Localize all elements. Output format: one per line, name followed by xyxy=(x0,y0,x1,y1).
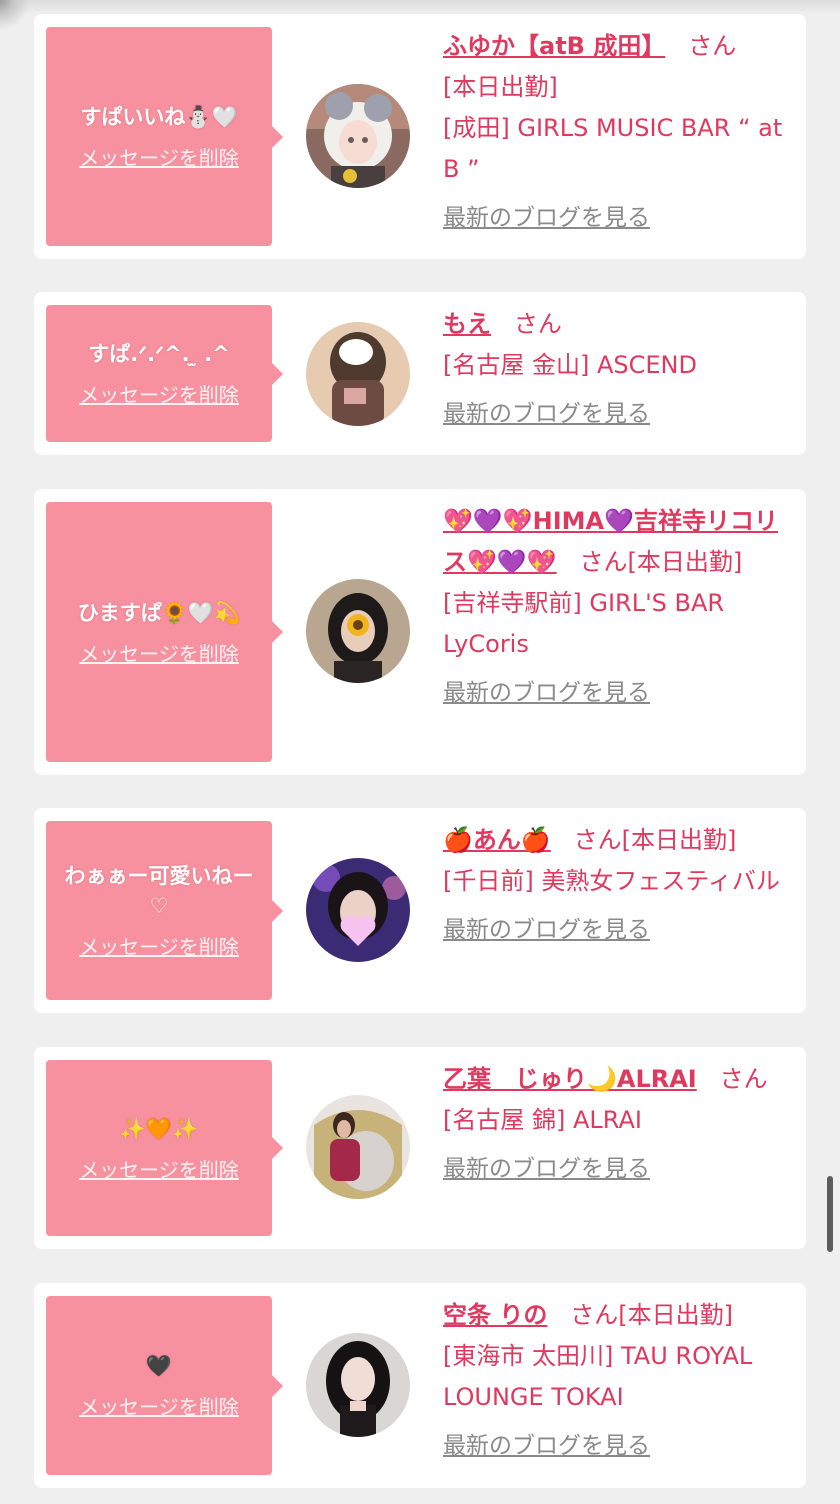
cast-line: 空条 りの さん[本日出勤] xyxy=(443,1295,795,1336)
message-card: ✨🧡✨ メッセージを削除 乙葉 じゅり🌙ALRAI さん [名古屋 錦] ALR… xyxy=(34,1047,806,1249)
cast-info: 🍎あん🍎 さん[本日出勤] [千日前] 美熟女フェスティバル 最新のブログを見る xyxy=(443,820,795,951)
avatar[interactable] xyxy=(306,579,410,683)
message-card: すぱ.ᐟ.ᐟ^. ̫ .^ メッセージを削除 もえ さん [名古屋 金山] AS… xyxy=(34,292,806,455)
delete-message-link[interactable]: メッセージを削除 xyxy=(79,638,239,667)
cast-line: 🍎あん🍎 さん[本日出勤] xyxy=(443,820,795,861)
delete-message-link[interactable]: メッセージを削除 xyxy=(79,1154,239,1183)
shop-name: [成田] GIRLS MUSIC BAR “ at B ” xyxy=(443,114,783,183)
honorific: さん xyxy=(513,310,562,338)
shop-name: [名古屋 錦] ALRAI xyxy=(443,1106,642,1134)
cast-info: 空条 りの さん[本日出勤] [東海市 太田川] TAU ROYAL LOUNG… xyxy=(443,1295,795,1467)
honorific: さん xyxy=(719,1065,768,1093)
cast-name-link[interactable]: 空条 りの xyxy=(443,1301,547,1329)
latest-blog-link[interactable]: 最新のブログを見る xyxy=(443,910,650,951)
shop-name: [千日前] 美熟女フェスティバル xyxy=(443,867,780,895)
cast-info: 乙葉 じゅり🌙ALRAI さん [名古屋 錦] ALRAI 最新のブログを見る xyxy=(443,1059,795,1190)
attendance-status: [本日出勤] xyxy=(618,1301,733,1329)
latest-blog-link[interactable]: 最新のブログを見る xyxy=(443,394,650,435)
attendance-status: [本日出勤] xyxy=(627,548,743,576)
top-fade xyxy=(0,0,840,14)
delete-message-link[interactable]: メッセージを削除 xyxy=(79,142,239,171)
message-text: 🖤 xyxy=(145,1354,173,1378)
honorific: さん xyxy=(570,1301,619,1329)
avatar[interactable] xyxy=(306,858,410,962)
shop-name: [東海市 太田川] TAU ROYAL LOUNGE TOKAI xyxy=(443,1342,753,1411)
cast-line: もえ さん xyxy=(443,304,795,345)
message-text: わぁぁー可愛いねー♡ xyxy=(64,864,254,918)
avatar[interactable] xyxy=(306,1333,410,1437)
avatar[interactable] xyxy=(306,322,410,426)
avatar[interactable] xyxy=(306,84,410,188)
message-bubble: わぁぁー可愛いねー♡ メッセージを削除 xyxy=(46,821,283,1000)
message-text: ひますぱ🌻🤍💫 xyxy=(77,600,241,625)
delete-message-link[interactable]: メッセージを削除 xyxy=(79,379,239,408)
latest-blog-link[interactable]: 最新のブログを見る xyxy=(443,1149,650,1190)
honorific: さん xyxy=(579,548,628,576)
message-bubble: すぱ.ᐟ.ᐟ^. ̫ .^ メッセージを削除 xyxy=(46,305,283,442)
cast-line: 💖💜💖HIMA💜吉祥寺リコリス💖💜💖 さん[本日出勤] xyxy=(443,501,795,583)
cast-line: 乙葉 じゅり🌙ALRAI さん xyxy=(443,1059,795,1100)
message-bubble: 🖤 メッセージを削除 xyxy=(46,1296,283,1475)
message-text: すぱいいね⛄🤍 xyxy=(80,105,238,129)
delete-message-link[interactable]: メッセージを削除 xyxy=(79,931,239,960)
message-card: ひますぱ🌻🤍💫 メッセージを削除 💖💜💖HIMA💜吉祥寺リコリス💖💜💖 さん[本… xyxy=(34,489,806,775)
delete-message-link[interactable]: メッセージを削除 xyxy=(79,1391,239,1420)
message-bubble: ひますぱ🌻🤍💫 メッセージを削除 xyxy=(46,502,283,762)
latest-blog-link[interactable]: 最新のブログを見る xyxy=(443,1426,650,1467)
message-text: ✨🧡✨ xyxy=(119,1116,199,1141)
cast-name-link[interactable]: 乙葉 じゅり🌙ALRAI xyxy=(443,1065,697,1093)
latest-blog-link[interactable]: 最新のブログを見る xyxy=(443,198,650,239)
honorific: さん xyxy=(573,826,622,854)
message-bubble: ✨🧡✨ メッセージを削除 xyxy=(46,1060,283,1236)
message-card: 🖤 メッセージを削除 空条 りの さん[本日出勤] [東海市 太田川] TAU … xyxy=(34,1283,806,1488)
attendance-status: [本日出勤] xyxy=(443,73,558,101)
cast-line: ふゆか【atB 成田】 さん xyxy=(443,26,795,67)
cast-info: もえ さん [名古屋 金山] ASCEND 最新のブログを見る xyxy=(443,304,795,435)
shop-name: [名古屋 金山] ASCEND xyxy=(443,351,697,379)
avatar[interactable] xyxy=(306,1095,410,1199)
message-card: すぱいいね⛄🤍 メッセージを削除 ふゆか【atB 成田】 さん [本日出勤] [… xyxy=(34,14,806,259)
message-card: わぁぁー可愛いねー♡ メッセージを削除 🍎あん🍎 さん[本日出勤] [千日前] … xyxy=(34,808,806,1013)
cast-info: ふゆか【atB 成田】 さん [本日出勤] [成田] GIRLS MUSIC B… xyxy=(443,26,795,239)
cast-name-link[interactable]: 🍎あん🍎 xyxy=(443,826,551,854)
cast-info: 💖💜💖HIMA💜吉祥寺リコリス💖💜💖 さん[本日出勤] [吉祥寺駅前] GIRL… xyxy=(443,501,795,714)
cast-name-link[interactable]: もえ xyxy=(443,310,491,338)
latest-blog-link[interactable]: 最新のブログを見る xyxy=(443,673,650,714)
message-text: すぱ.ᐟ.ᐟ^. ̫ .^ xyxy=(88,342,230,366)
shop-name: [吉祥寺駅前] GIRL'S BAR LyCoris xyxy=(443,589,725,658)
scroll-indicator[interactable] xyxy=(827,1176,833,1252)
message-bubble: すぱいいね⛄🤍 メッセージを削除 xyxy=(46,27,283,246)
honorific: さん xyxy=(688,32,737,60)
attendance-status: [本日出勤] xyxy=(621,826,737,854)
cast-name-link[interactable]: ふゆか【atB 成田】 xyxy=(443,32,665,60)
